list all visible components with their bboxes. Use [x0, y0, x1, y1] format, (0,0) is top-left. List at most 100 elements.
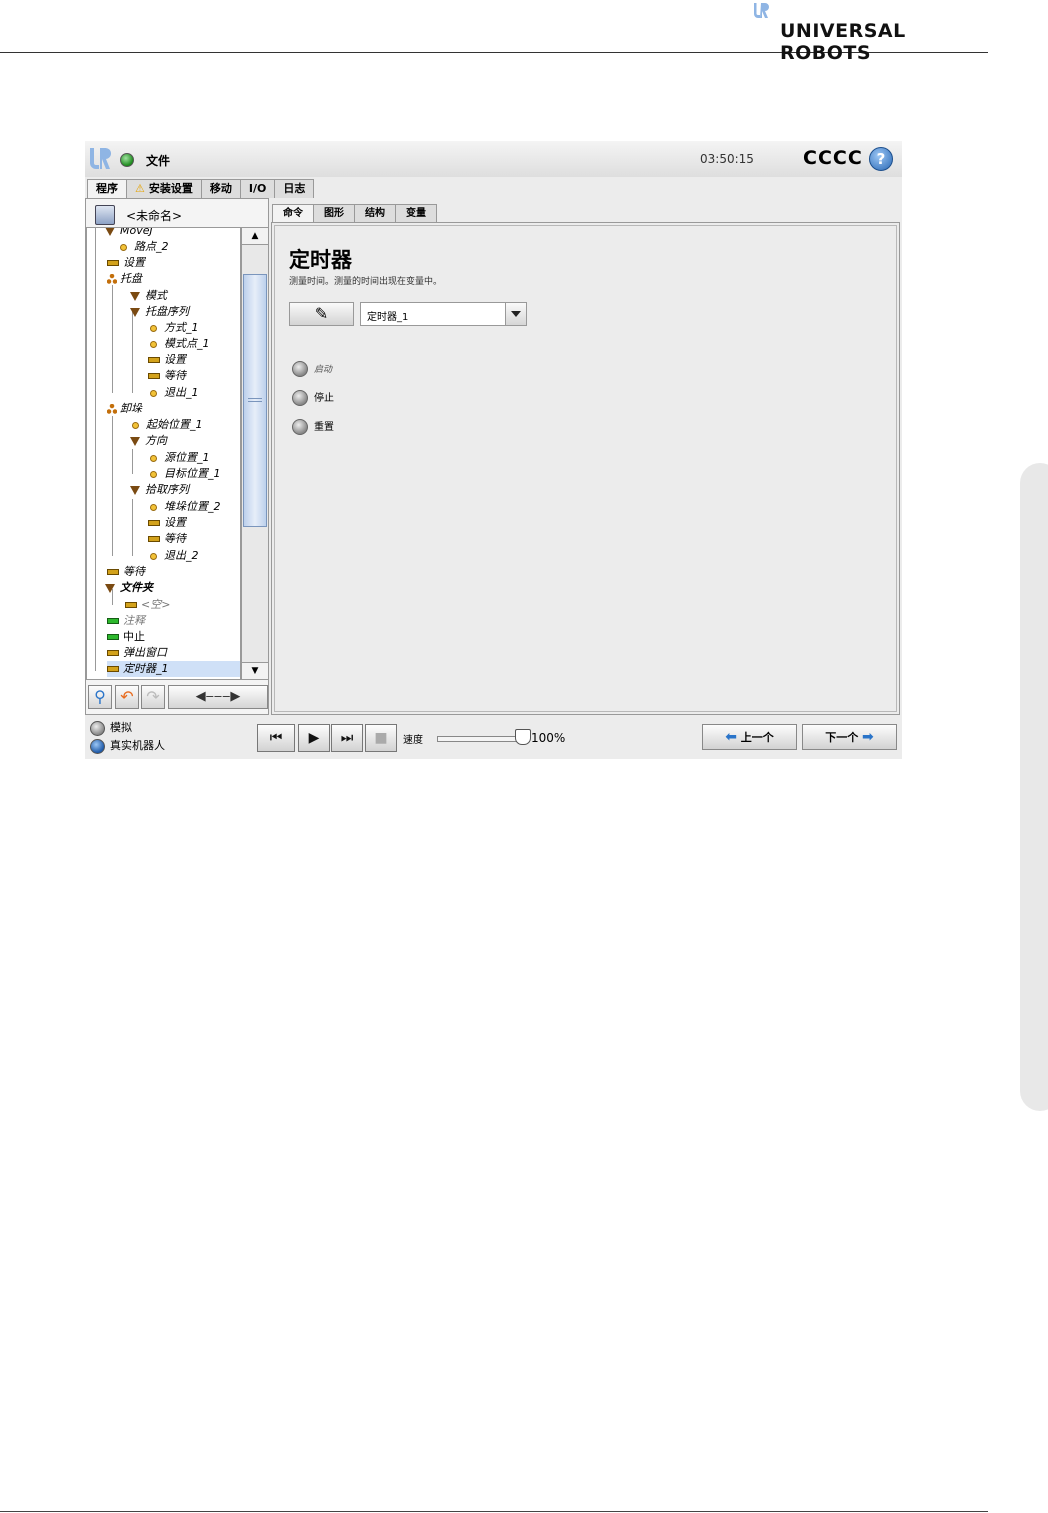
tree-item[interactable]: 路点_2 — [120, 239, 169, 255]
waypoint-icon — [150, 389, 157, 397]
tree-line — [112, 285, 113, 393]
move-node-icon[interactable]: ◀‒‒‒▶ — [168, 685, 268, 709]
tab-move[interactable]: 移动 — [200, 179, 241, 198]
tab-structure[interactable]: 结构 — [354, 204, 396, 222]
sequence-icon — [130, 485, 140, 495]
brand-name: UNIVERSAL ROBOTS — [780, 20, 906, 64]
tree-item[interactable]: MoveJ — [105, 228, 153, 239]
tree-item[interactable]: 方向 — [130, 433, 167, 449]
search-icon[interactable]: ⚲ — [88, 685, 112, 709]
command-panel: 定时器 测量时间。测量的时间出现在变量中。 ✎ 定时器_1 启动 停止 重置 — [271, 222, 900, 715]
sequence-icon — [130, 307, 140, 317]
tab-graphics[interactable]: 图形 — [313, 204, 355, 222]
tree-item[interactable]: 等待 — [148, 531, 186, 547]
scroll-up-icon[interactable]: ▲ — [242, 228, 268, 245]
timer-select[interactable]: 定时器_1 — [360, 302, 527, 326]
mode-real-robot[interactable]: 真实机器人 — [90, 738, 165, 754]
tree-item[interactable]: 模式 — [130, 288, 167, 304]
speed-slider-knob[interactable] — [515, 729, 531, 745]
speed-label: 速度 — [403, 735, 423, 746]
tab-program[interactable]: 程序 — [87, 179, 127, 199]
step-icon[interactable]: ⏭ — [331, 724, 363, 752]
document-header: UNIVERSAL ROBOTS — [0, 0, 988, 64]
tree-item[interactable]: 设置 — [107, 255, 145, 271]
tree-item[interactable]: 等待 — [107, 564, 145, 580]
radio-icon — [292, 361, 308, 377]
depallet-icon — [107, 404, 117, 414]
tree-item[interactable]: 卸垛 — [107, 401, 142, 417]
save-program-icon[interactable] — [95, 205, 115, 225]
popup-icon — [107, 650, 119, 656]
robot-status-icon — [120, 153, 134, 167]
tree-line — [132, 449, 133, 474]
tree-item[interactable]: 托盘 — [107, 271, 142, 287]
timer-icon — [107, 666, 119, 672]
set-icon — [148, 357, 160, 363]
tree-line — [132, 310, 133, 393]
speed-slider[interactable] — [437, 736, 519, 742]
tree-item[interactable]: 等待 — [148, 368, 186, 384]
radio-icon — [292, 390, 308, 406]
warning-icon: ⚠ — [135, 182, 145, 195]
tree-item[interactable]: 设置 — [148, 515, 186, 531]
tree-item[interactable]: <空> — [125, 597, 170, 613]
edit-button[interactable]: ✎ — [289, 302, 354, 326]
top-bar: 文件 03:50:15 CCCC ? — [85, 141, 902, 177]
stop-icon[interactable]: ■ — [365, 724, 397, 752]
timer-select-value: 定时器_1 — [367, 312, 409, 323]
bottom-bar: 模拟 真实机器人 ⏮ ▶ ⏭ ■ 速度 100% ⬅ 上一个 下一个 ➡ — [85, 718, 902, 759]
play-icon[interactable]: ▶ — [298, 724, 330, 752]
program-panel: <未命名> MoveJ 路点_2 设置 托盘 模式 托盘序列 方式_1 模式点_… — [85, 198, 269, 715]
tree-item[interactable]: 起始位置_1 — [132, 417, 203, 433]
skip-back-icon[interactable]: ⏮ — [257, 724, 295, 752]
tab-log[interactable]: 日志 — [274, 179, 315, 198]
tree-item[interactable]: 堆垛位置_2 — [150, 499, 221, 515]
waypoint-icon — [150, 503, 157, 511]
arrow-right-icon: ➡ — [862, 729, 874, 745]
chevron-down-icon[interactable] — [505, 303, 526, 325]
pattern-icon — [130, 291, 140, 301]
side-tab — [1020, 463, 1048, 1111]
scroll-down-icon[interactable]: ▼ — [242, 662, 268, 679]
wait-icon — [148, 373, 160, 379]
tree-item[interactable]: 模式点_1 — [150, 336, 210, 352]
empty-icon — [125, 602, 137, 608]
tab-command[interactable]: 命令 — [272, 204, 314, 222]
scroll-thumb[interactable] — [243, 274, 267, 527]
tree-item[interactable]: 设置 — [148, 352, 186, 368]
redo-icon[interactable]: ↷ — [141, 685, 165, 709]
direction-icon — [130, 436, 140, 446]
tree-item[interactable]: 退出_1 — [150, 385, 199, 401]
help-button[interactable]: ? — [869, 147, 893, 171]
tree-item[interactable]: 源位置_1 — [150, 450, 210, 466]
tree-item[interactable]: 方式_1 — [150, 320, 199, 336]
radio-start[interactable]: 启动 — [292, 361, 332, 379]
tree-item[interactable]: 弹出窗口 — [107, 645, 167, 661]
undo-icon[interactable]: ↶ — [115, 685, 139, 709]
polyscope-window: 文件 03:50:15 CCCC ? 程序 ⚠ 安装设置 移动 I/O 日志 <未… — [85, 141, 902, 759]
tab-installation[interactable]: ⚠ 安装设置 — [126, 179, 202, 198]
tree-item[interactable]: 目标位置_1 — [150, 466, 221, 482]
pencil-icon: ✎ — [314, 304, 329, 323]
ur-logo-icon — [90, 147, 112, 169]
tree-item[interactable]: 退出_2 — [150, 548, 199, 564]
pallet-icon — [107, 274, 117, 284]
file-menu[interactable]: 文件 — [146, 152, 170, 169]
next-button[interactable]: 下一个 ➡ — [802, 724, 897, 750]
tab-io[interactable]: I/O — [239, 179, 276, 198]
tree-item[interactable]: 注释 — [107, 613, 145, 629]
tree-line — [95, 228, 96, 671]
node-description: 测量时间。测量的时间出现在变量中。 — [289, 277, 443, 287]
radio-reset[interactable]: 重置 — [292, 419, 334, 437]
tree-item[interactable]: 托盘序列 — [130, 304, 189, 320]
robot-name: CCCC — [803, 147, 863, 169]
tree-item[interactable]: 中止 — [107, 629, 145, 645]
radio-stop[interactable]: 停止 — [292, 390, 334, 408]
tree-scrollbar[interactable]: ▲ ▼ — [241, 227, 269, 680]
mode-simulation[interactable]: 模拟 — [90, 720, 132, 736]
previous-button[interactable]: ⬅ 上一个 — [702, 724, 797, 750]
tab-variables[interactable]: 变量 — [395, 204, 437, 222]
tree-item[interactable]: 文件夹 — [105, 580, 153, 596]
tree-item[interactable]: 拾取序列 — [130, 482, 189, 498]
tree-item-selected[interactable]: 定时器_1 — [107, 661, 240, 677]
